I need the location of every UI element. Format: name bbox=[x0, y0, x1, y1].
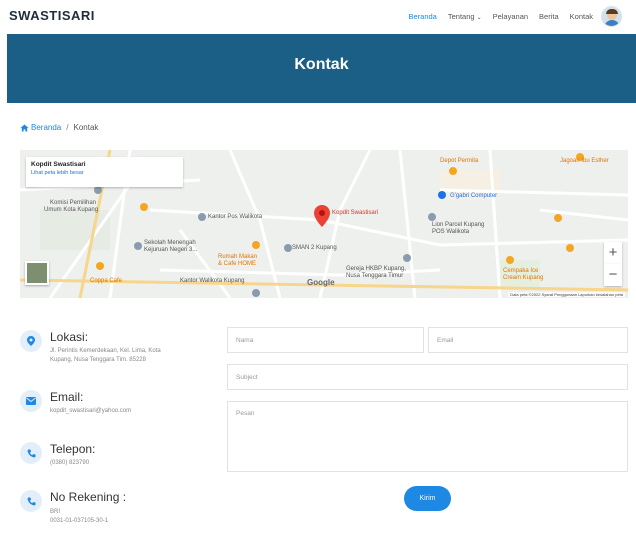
map-label: & Cafe HOME bbox=[218, 261, 257, 267]
top-navbar: SWASTISARI Beranda Tentang ⌄ Pelayanan Be… bbox=[0, 0, 636, 34]
breadcrumb-home-label: Beranda bbox=[31, 123, 62, 132]
nav-pelayanan[interactable]: Pelayanan bbox=[493, 12, 528, 21]
location-title: Lokasi: bbox=[50, 330, 89, 344]
message-textarea[interactable]: Pesan bbox=[227, 401, 628, 472]
phone-title: Telepon: bbox=[50, 442, 96, 456]
zoom-in-button[interactable]: + bbox=[604, 242, 622, 264]
map-place-title: Kopdit Swastisari bbox=[31, 161, 86, 168]
breadcrumb-current: Kontak bbox=[73, 123, 99, 132]
avatar[interactable] bbox=[601, 6, 622, 27]
page-banner: Kontak bbox=[7, 34, 636, 103]
phone-value[interactable]: (0380) 823790 bbox=[50, 459, 89, 468]
map-label: Nusa Tenggara Timur bbox=[346, 273, 404, 279]
map-place-card: Kopdit Swastisari Lihat peta lebih besar bbox=[26, 157, 183, 187]
map-label: Jagoan Ibu Esther bbox=[560, 158, 609, 164]
map-label: Rumah Makan bbox=[218, 254, 258, 260]
site-logo[interactable]: SWASTISARI bbox=[9, 8, 95, 23]
map-label: Lion Parcel Kupang bbox=[432, 222, 485, 228]
nav-beranda[interactable]: Beranda bbox=[409, 12, 437, 21]
google-logo: Google bbox=[307, 278, 335, 287]
home-icon bbox=[20, 123, 29, 132]
location-line-2: Kupang, Nusa Tenggara Tim. 85228 bbox=[50, 357, 146, 363]
nav-berita[interactable]: Berita bbox=[539, 12, 559, 21]
breadcrumb: Beranda / Kontak bbox=[20, 123, 98, 132]
location-line-1: Jl. Perintis Kemerdekaan, Kel. Lima, Kot… bbox=[50, 348, 161, 354]
map-label: Depot Permita bbox=[440, 158, 479, 164]
account-number: 0031-01-037105-30-1 bbox=[50, 518, 109, 524]
main-nav: Beranda Tentang ⌄ Pelayanan Berita Kontak bbox=[398, 6, 622, 27]
google-map[interactable]: Kopdit Swastisari Lihat peta lebih besar… bbox=[20, 150, 628, 298]
map-label: Komisi Pemilihan bbox=[50, 200, 97, 206]
satellite-toggle[interactable] bbox=[25, 261, 49, 285]
map-label: Cream Kupang bbox=[503, 275, 544, 281]
send-button[interactable]: Kirim bbox=[404, 486, 451, 511]
breadcrumb-separator: / bbox=[66, 123, 69, 132]
email-title: Email: bbox=[50, 390, 84, 404]
envelope-icon bbox=[20, 390, 42, 412]
phone-icon bbox=[20, 490, 42, 512]
map-label: Gereja HKBP Kupang, bbox=[346, 266, 406, 272]
map-marker-label: Kopdit Swastisari bbox=[332, 210, 379, 216]
account-title: No Rekening : bbox=[50, 490, 127, 504]
map-label: Kejuruan Negeri 3... bbox=[144, 247, 198, 253]
email-value[interactable]: kopdit_swastisari@yahoo.com bbox=[50, 407, 131, 416]
map-attribution[interactable]: Data peta ©2022 Syarat Penggunaan Lapork… bbox=[508, 292, 625, 297]
chevron-down-icon: ⌄ bbox=[476, 15, 482, 21]
breadcrumb-home[interactable]: Beranda bbox=[20, 123, 61, 132]
map-label: Sekolah Menengah bbox=[144, 240, 196, 246]
zoom-out-button[interactable]: − bbox=[604, 264, 622, 286]
name-input[interactable]: Nama bbox=[227, 327, 424, 353]
subject-input[interactable]: Subject bbox=[227, 364, 628, 390]
nav-tentang[interactable]: Tentang ⌄ bbox=[448, 12, 482, 21]
map-label: Cempaka Ice bbox=[503, 268, 539, 274]
map-label: Kantor Pos Walikota bbox=[208, 214, 263, 220]
account-bank: BRI bbox=[50, 509, 61, 515]
nav-kontak[interactable]: Kontak bbox=[570, 12, 593, 21]
map-label: POS Walikota bbox=[432, 229, 470, 235]
map-larger-link[interactable]: Lihat peta lebih besar bbox=[31, 170, 178, 176]
phone-icon bbox=[20, 442, 42, 464]
location-pin-icon bbox=[20, 330, 42, 352]
map-label: SMAN 2 Kupang bbox=[292, 245, 337, 251]
map-label: G'gabri Computer bbox=[450, 193, 498, 199]
map-label: Kantor Walikota Kupang bbox=[180, 278, 245, 284]
nav-tentang-label: Tentang bbox=[447, 12, 475, 21]
map-label: Umum Kota Kupang bbox=[44, 207, 99, 213]
page-title: Kontak bbox=[294, 56, 349, 73]
map-label: Coppa Cafe bbox=[90, 278, 123, 284]
email-input[interactable]: Email bbox=[428, 327, 628, 353]
